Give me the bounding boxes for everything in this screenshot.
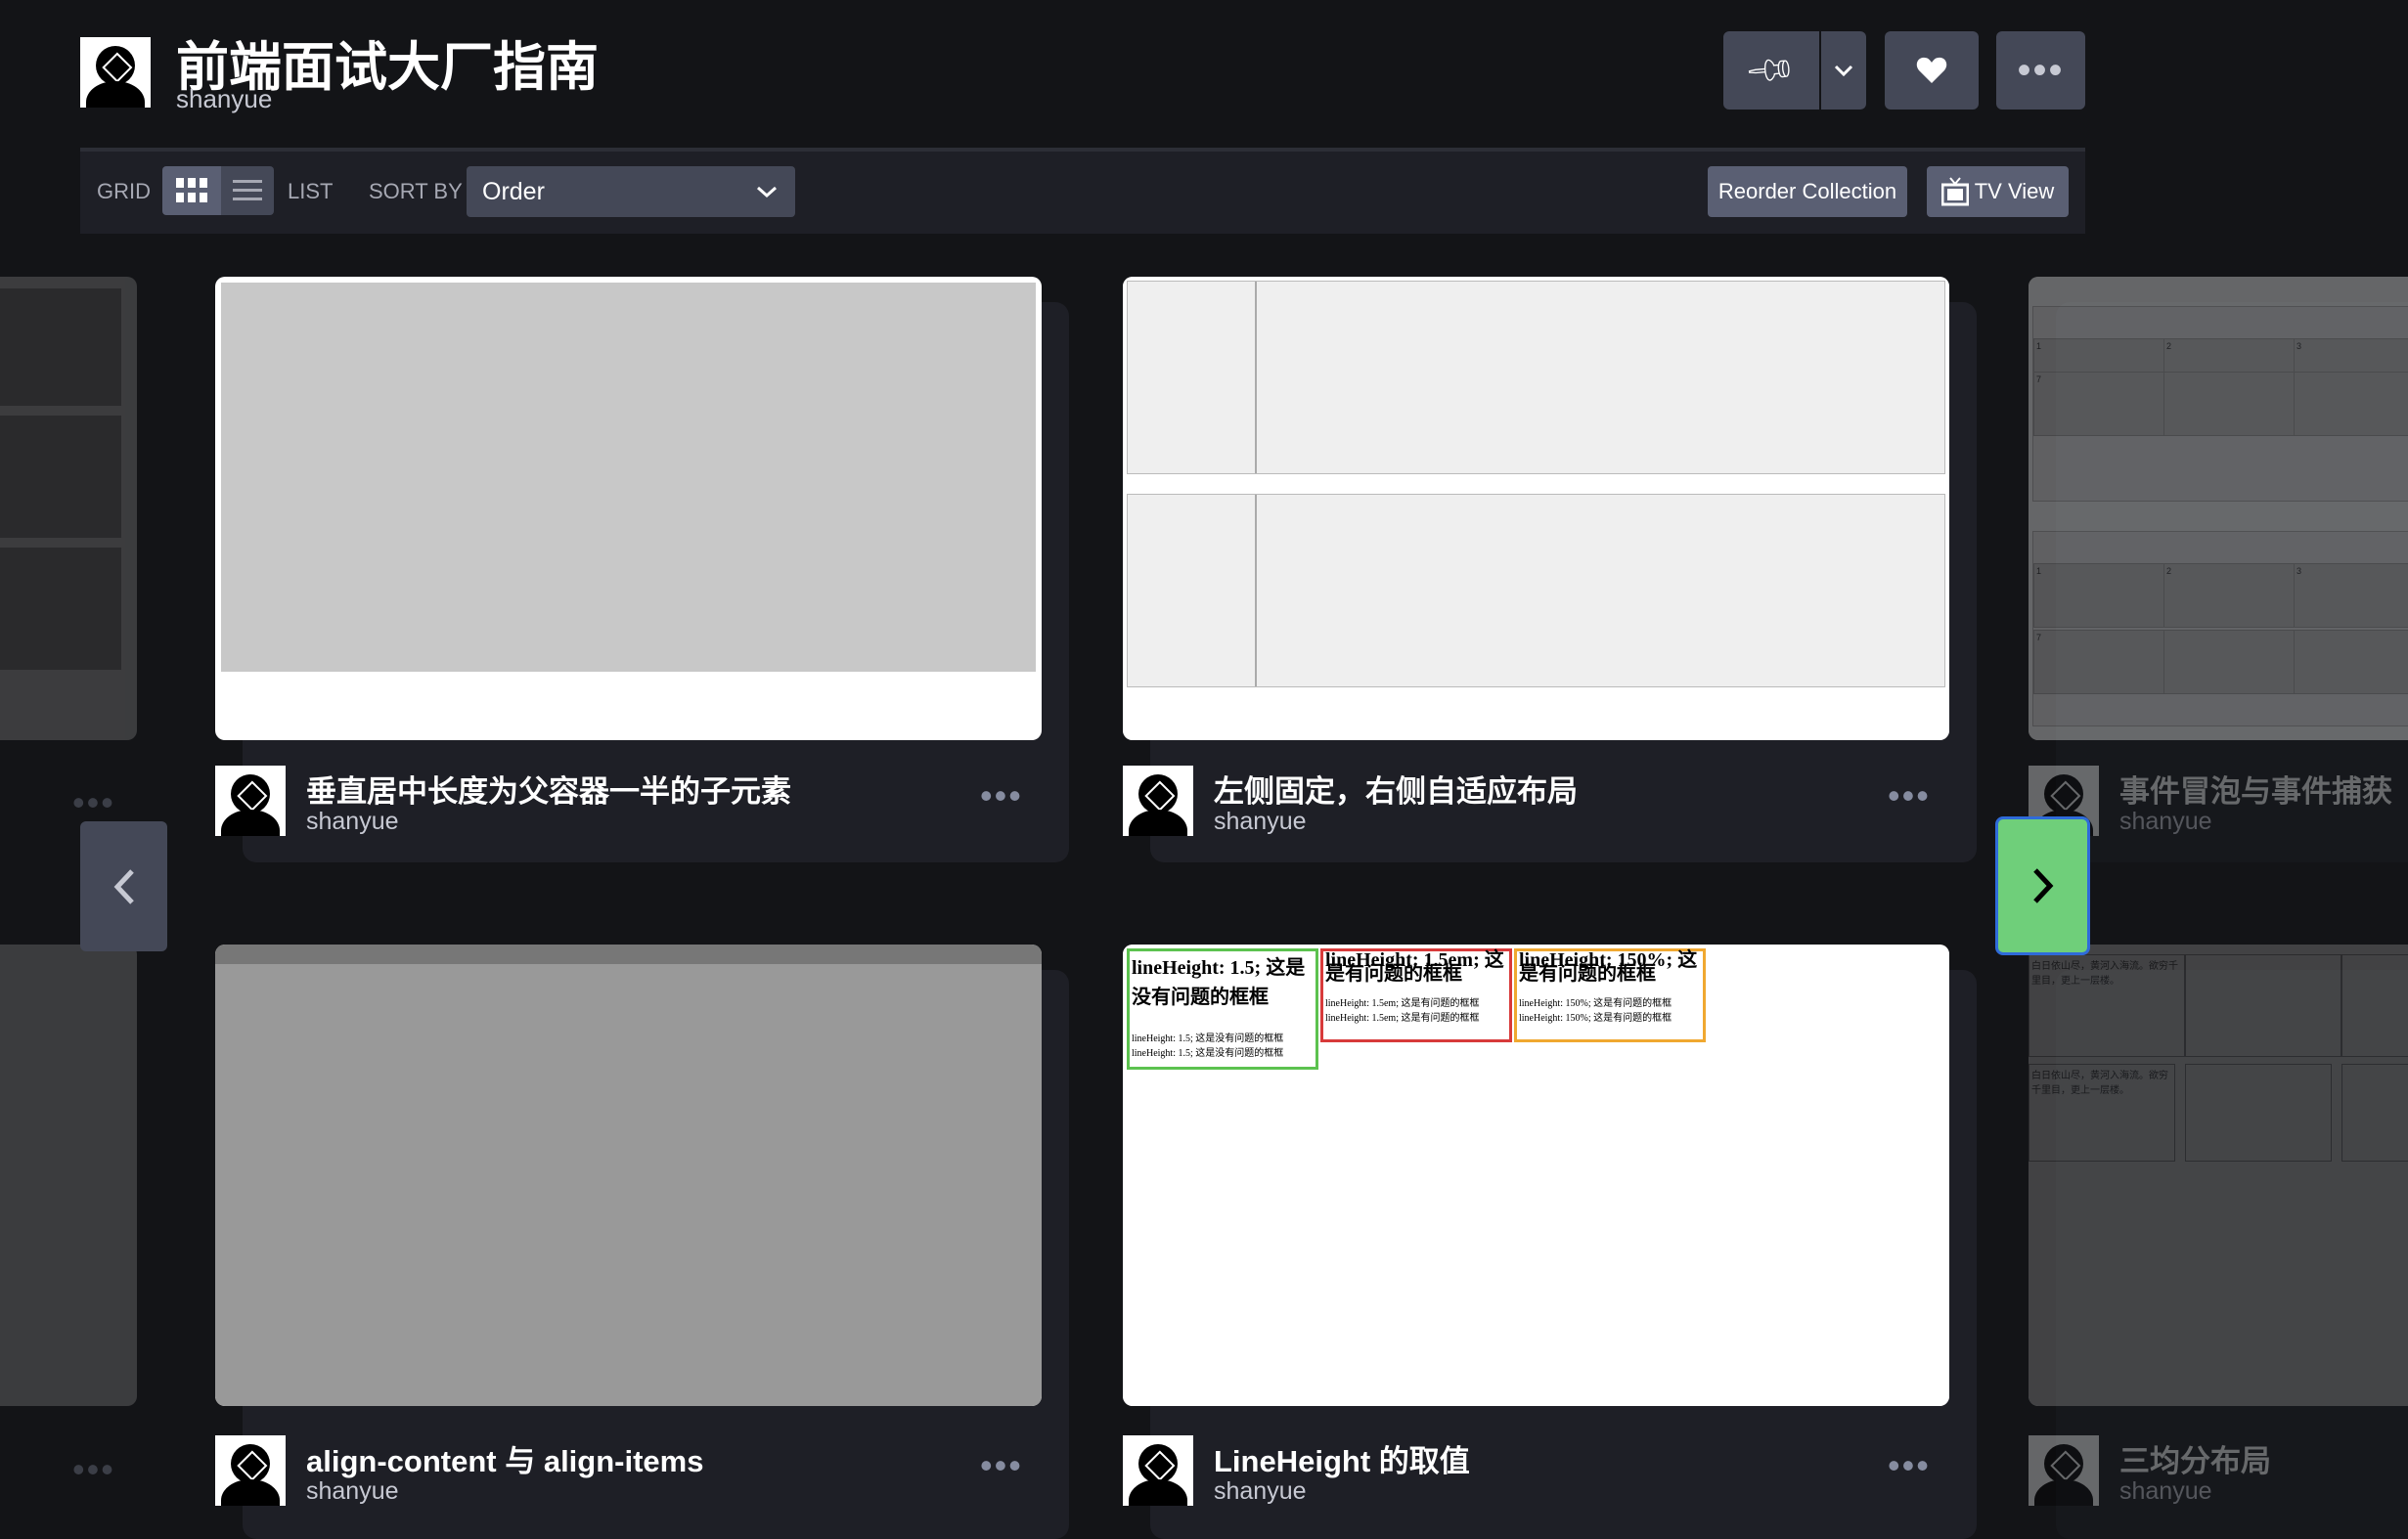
previous-card-preview[interactable] — [0, 277, 137, 740]
card-user[interactable]: shanyue — [306, 1477, 399, 1506]
chevron-left-icon — [113, 868, 134, 904]
reorder-collection-button[interactable]: Reorder Collection — [1708, 166, 1907, 217]
card-user[interactable]: shanyue — [2119, 1477, 2212, 1506]
card-preview[interactable]: 12345671234567 — [2029, 277, 2408, 740]
chevron-right-icon — [2032, 868, 2053, 903]
tv-icon — [1940, 177, 1969, 206]
grid-label: GRID — [97, 179, 151, 203]
card-user[interactable]: shanyue — [1214, 808, 1307, 836]
card-preview[interactable] — [215, 945, 1042, 1406]
heart-button[interactable] — [1885, 31, 1979, 110]
sort-select-value: Order — [482, 177, 545, 205]
collection-owner-avatar[interactable] — [80, 37, 151, 108]
card-preview[interactable]: lineHeight: 1.5; 这是没有问题的框框 lineHeight: 1.… — [1123, 945, 1949, 1406]
more-icon: ••• — [72, 1449, 115, 1489]
list-label: LIST — [288, 179, 334, 203]
more-icon: ••• — [72, 782, 115, 822]
card-user-avatar[interactable] — [215, 1435, 286, 1506]
card-more-icon[interactable]: ••• — [980, 1445, 1023, 1486]
card-preview[interactable]: 白日依山尽，黄河入海流。欲穷千里目，更上一层楼。 白日依山尽，黄河入海流。欲穷千里… — [2029, 945, 2408, 1406]
card-title[interactable]: 左侧固定，右侧自适应布局 — [1214, 767, 1578, 811]
card-title[interactable]: 事件冒泡与事件捕获 — [2119, 767, 2392, 811]
card-more-icon[interactable]: ••• — [980, 775, 1023, 816]
chevron-down-icon — [1834, 65, 1853, 77]
previous-page-button[interactable] — [80, 821, 167, 951]
list-view-button[interactable] — [221, 166, 274, 215]
card-user-avatar[interactable] — [1123, 1435, 1193, 1506]
more-icon: ••• — [2017, 48, 2065, 92]
lineheight-box: lineHeight: 1.5em; 这是有问题的框框 lineHeight: 1… — [1320, 948, 1512, 1042]
sort-by-label: SORT BY — [369, 179, 463, 203]
owner-link[interactable]: shanyue — [176, 84, 272, 114]
card-more-icon[interactable]: ••• — [1888, 1445, 1931, 1486]
sort-select[interactable]: Order — [467, 166, 795, 217]
grid-view-button[interactable] — [162, 166, 221, 215]
card-title[interactable]: LineHeight 的取值 — [1214, 1436, 1470, 1480]
card-title[interactable]: 垂直居中长度为父容器一半的子元素 — [306, 767, 791, 811]
card-title[interactable]: align-content 与 align-items — [306, 1436, 703, 1480]
pin-icon: 📌︎ — [1743, 42, 1800, 99]
grid-icon — [176, 178, 207, 202]
card-user[interactable]: shanyue — [2119, 808, 2212, 836]
tv-view-button[interactable]: TV View — [1927, 166, 2069, 217]
card-preview[interactable] — [215, 277, 1042, 740]
card-user[interactable]: shanyue — [306, 808, 399, 836]
chevron-down-icon — [757, 186, 777, 198]
card-title[interactable]: 三均分布局 — [2119, 1436, 2271, 1480]
tv-view-label: TV View — [1974, 179, 2055, 203]
card-more-icon[interactable]: ••• — [1888, 775, 1931, 816]
heart-icon — [1916, 57, 1947, 83]
card-user-avatar[interactable] — [215, 766, 286, 836]
card-user[interactable]: shanyue — [1214, 1477, 1307, 1506]
lineheight-box: lineHeight: 1.5; 这是没有问题的框框 lineHeight: 1.… — [1127, 948, 1318, 1070]
lineheight-box: lineHeight: 150%; 这是有问题的框框 lineHeight: 15… — [1514, 948, 1706, 1042]
pin-options-button[interactable] — [1821, 31, 1866, 110]
card-user-avatar[interactable] — [1123, 766, 1193, 836]
list-icon — [233, 180, 262, 200]
card-user-avatar[interactable] — [2029, 1435, 2099, 1506]
card-preview[interactable] — [1123, 277, 1949, 740]
pin-button[interactable]: 📌︎ — [1723, 31, 1819, 110]
gray-box — [221, 283, 1036, 672]
previous-card-preview[interactable] — [0, 945, 137, 1406]
more-options-button[interactable]: ••• — [1996, 31, 2085, 110]
next-page-button[interactable] — [1995, 816, 2090, 955]
